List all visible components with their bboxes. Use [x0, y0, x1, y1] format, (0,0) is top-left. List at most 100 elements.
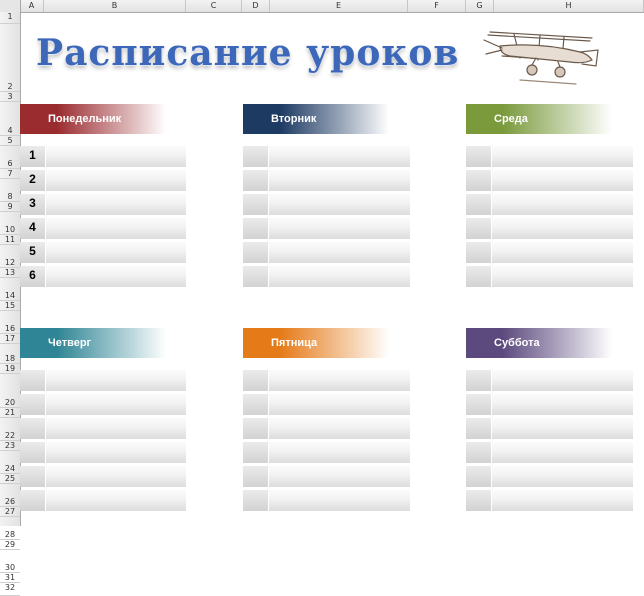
lesson-subject-cell[interactable]	[492, 418, 633, 439]
lesson-subject-cell[interactable]	[492, 146, 633, 167]
row-header-14[interactable]: 14	[0, 278, 20, 301]
lesson-number-cell[interactable]	[466, 218, 491, 239]
lesson-subject-cell[interactable]	[46, 394, 186, 415]
lesson-subject-cell[interactable]	[492, 370, 633, 391]
lesson-subject-cell[interactable]	[492, 442, 633, 463]
lesson-number-cell[interactable]	[243, 266, 268, 287]
row-header-2[interactable]: 2	[0, 24, 20, 92]
lesson-number-cell[interactable]	[20, 418, 45, 439]
lesson-subject-cell[interactable]	[269, 242, 410, 263]
row-header-12[interactable]: 12	[0, 245, 20, 268]
row-header-19[interactable]: 19	[0, 364, 20, 374]
row-header-28[interactable]: 28	[0, 517, 20, 540]
lesson-number-cell[interactable]	[466, 266, 491, 287]
lesson-number-cell[interactable]	[466, 490, 491, 511]
row-header-31[interactable]: 31	[0, 573, 20, 583]
lesson-subject-cell[interactable]	[269, 490, 410, 511]
lesson-number-cell[interactable]	[20, 394, 45, 415]
lesson-subject-cell[interactable]	[46, 466, 186, 487]
lesson-subject-cell[interactable]	[46, 242, 186, 263]
column-header-g[interactable]: G	[466, 0, 494, 12]
row-header-1[interactable]: 1	[0, 12, 20, 24]
row-header-10[interactable]: 10	[0, 212, 20, 235]
row-header-3[interactable]: 3	[0, 92, 20, 102]
row-header-5[interactable]: 5	[0, 136, 20, 146]
lesson-subject-cell[interactable]	[492, 266, 633, 287]
lesson-number-cell[interactable]	[20, 442, 45, 463]
lesson-subject-cell[interactable]	[269, 170, 410, 191]
lesson-subject-cell[interactable]	[269, 442, 410, 463]
lesson-subject-cell[interactable]	[269, 394, 410, 415]
row-header-27[interactable]: 27	[0, 507, 20, 517]
lesson-subject-cell[interactable]	[46, 218, 186, 239]
row-header-21[interactable]: 21	[0, 408, 20, 418]
lesson-number-cell[interactable]	[466, 466, 491, 487]
lesson-number-cell[interactable]	[243, 490, 268, 511]
row-header-26[interactable]: 26	[0, 484, 20, 507]
lesson-number-cell[interactable]	[466, 370, 491, 391]
lesson-subject-cell[interactable]	[269, 370, 410, 391]
row-header-13[interactable]: 13	[0, 268, 20, 278]
lesson-number-cell[interactable]	[20, 490, 45, 511]
lesson-number-cell[interactable]	[466, 394, 491, 415]
lesson-number-cell[interactable]	[243, 146, 268, 167]
row-header-20[interactable]: 20	[0, 374, 20, 408]
lesson-subject-cell[interactable]	[492, 170, 633, 191]
lesson-subject-cell[interactable]	[269, 418, 410, 439]
lesson-number-cell[interactable]	[243, 194, 268, 215]
row-header-15[interactable]: 15	[0, 301, 20, 311]
lesson-number-cell[interactable]	[20, 466, 45, 487]
lesson-subject-cell[interactable]	[269, 194, 410, 215]
lesson-number-cell[interactable]	[243, 418, 268, 439]
lesson-number-cell[interactable]	[243, 242, 268, 263]
row-header-32[interactable]: 32	[0, 583, 20, 596]
lesson-subject-cell[interactable]	[46, 490, 186, 511]
row-header-7[interactable]: 7	[0, 169, 20, 179]
row-header-11[interactable]: 11	[0, 235, 20, 245]
lesson-number-cell[interactable]	[466, 242, 491, 263]
lesson-number-cell[interactable]	[243, 442, 268, 463]
lesson-subject-cell[interactable]	[492, 394, 633, 415]
lesson-number-cell[interactable]	[243, 370, 268, 391]
row-header-25[interactable]: 25	[0, 474, 20, 484]
lesson-number-cell[interactable]	[243, 218, 268, 239]
lesson-subject-cell[interactable]	[46, 146, 186, 167]
lesson-subject-cell[interactable]	[46, 194, 186, 215]
lesson-number-cell[interactable]	[243, 394, 268, 415]
lesson-number-cell[interactable]	[466, 170, 491, 191]
lesson-number-cell[interactable]	[466, 442, 491, 463]
lesson-subject-cell[interactable]	[46, 418, 186, 439]
row-header-30[interactable]: 30	[0, 550, 20, 573]
lesson-subject-cell[interactable]	[269, 466, 410, 487]
lesson-number-cell[interactable]	[243, 466, 268, 487]
lesson-subject-cell[interactable]	[492, 218, 633, 239]
row-header-24[interactable]: 24	[0, 451, 20, 474]
column-header-b[interactable]: B	[44, 0, 186, 12]
lesson-subject-cell[interactable]	[269, 266, 410, 287]
lesson-subject-cell[interactable]	[46, 170, 186, 191]
column-header-f[interactable]: F	[408, 0, 466, 12]
row-header-4[interactable]: 4	[0, 102, 20, 136]
lesson-number-cell[interactable]	[243, 170, 268, 191]
column-header-e[interactable]: E	[270, 0, 408, 12]
lesson-subject-cell[interactable]	[46, 266, 186, 287]
row-header-9[interactable]: 9	[0, 202, 20, 212]
lesson-subject-cell[interactable]	[269, 218, 410, 239]
lesson-number-cell[interactable]	[466, 418, 491, 439]
column-header-h[interactable]: H	[494, 0, 644, 12]
column-header-c[interactable]: C	[186, 0, 242, 12]
column-header-d[interactable]: D	[242, 0, 270, 12]
row-header-17[interactable]: 17	[0, 334, 20, 344]
row-header-23[interactable]: 23	[0, 441, 20, 451]
lesson-number-cell[interactable]	[466, 194, 491, 215]
lesson-number-cell[interactable]	[466, 146, 491, 167]
row-header-18[interactable]: 18	[0, 344, 20, 364]
lesson-subject-cell[interactable]	[269, 146, 410, 167]
column-header-a[interactable]: A	[20, 0, 44, 12]
row-header-29[interactable]: 29	[0, 540, 20, 550]
lesson-subject-cell[interactable]	[46, 370, 186, 391]
row-header-16[interactable]: 16	[0, 311, 20, 334]
lesson-subject-cell[interactable]	[492, 194, 633, 215]
row-header-8[interactable]: 8	[0, 179, 20, 202]
lesson-subject-cell[interactable]	[492, 490, 633, 511]
